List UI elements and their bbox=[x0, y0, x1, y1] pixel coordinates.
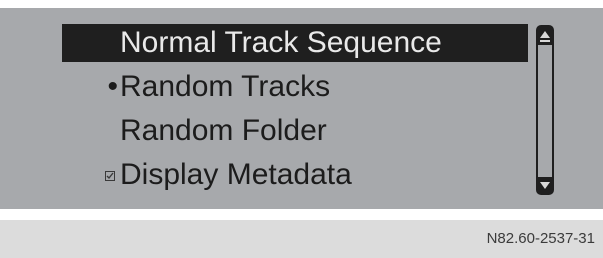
radio-bullet-icon: • bbox=[107, 70, 118, 103]
menu-item-label: Normal Track Sequence bbox=[120, 26, 442, 59]
checkbox-checked-icon[interactable] bbox=[105, 171, 115, 181]
display-screen: Normal Track Sequence • Random Tracks Ra… bbox=[0, 8, 603, 209]
arrow-down-icon[interactable] bbox=[538, 177, 552, 193]
menu-item-label: Random Tracks bbox=[120, 70, 331, 103]
menu-item-display-metadata[interactable]: Display Metadata bbox=[62, 156, 528, 194]
menu-item-random-folder[interactable]: Random Folder bbox=[62, 112, 528, 150]
arrow-up-icon[interactable] bbox=[538, 27, 552, 45]
figure-code: N82.60-2537-31 bbox=[486, 230, 595, 247]
menu-item-label: Random Folder bbox=[120, 114, 327, 147]
menu-item-random-tracks[interactable]: • Random Tracks bbox=[62, 68, 528, 106]
options-menu: Normal Track Sequence • Random Tracks Ra… bbox=[0, 8, 603, 209]
menu-item-label: Display Metadata bbox=[120, 158, 352, 191]
menu-item-marker bbox=[62, 156, 120, 194]
caption-bar: N82.60-2537-31 bbox=[0, 220, 603, 258]
menu-item-normal-track-sequence[interactable]: Normal Track Sequence bbox=[62, 24, 528, 62]
menu-item-marker: • bbox=[62, 68, 120, 106]
scrollbar[interactable] bbox=[536, 25, 554, 195]
